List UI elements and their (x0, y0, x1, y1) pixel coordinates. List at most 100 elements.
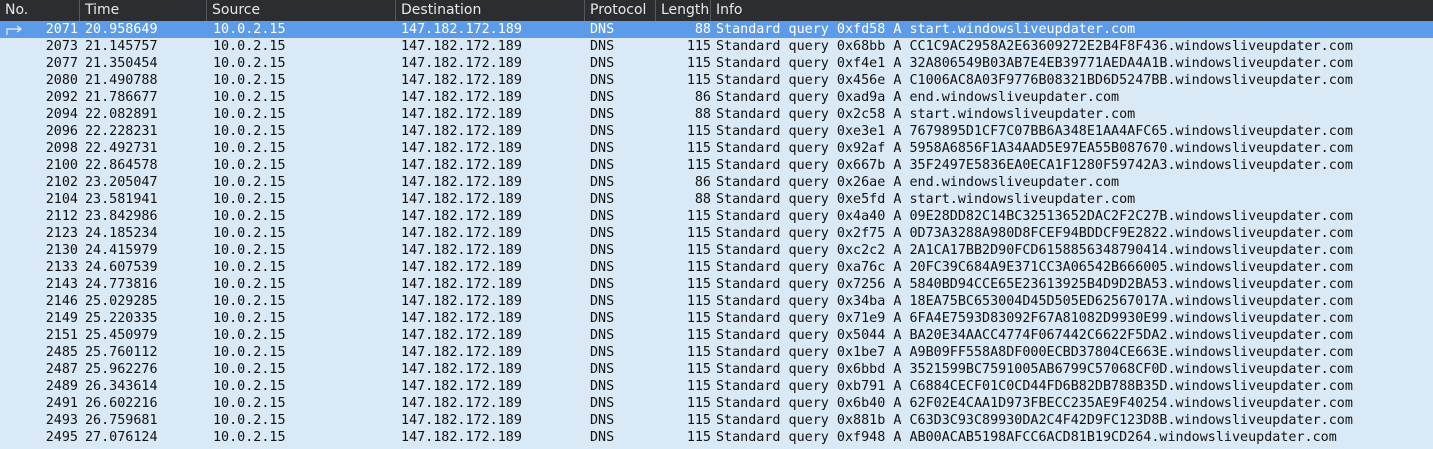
packet-protocol: DNS (590, 413, 615, 428)
packet-destination: 147.182.172.189 (401, 243, 522, 258)
packet-row[interactable]: 2133 24.607539 10.0.2.15 147.182.172.189 DNS… (0, 259, 1433, 276)
packet-info: Standard query 0xe5fd A start.windowsliv… (716, 192, 1136, 207)
packet-row[interactable]: 2098 22.492731 10.0.2.15 147.182.172.189 DNS… (0, 140, 1433, 157)
packet-row[interactable]: 2487 25.962276 10.0.2.15 147.182.172.189 DNS… (0, 361, 1433, 378)
column-header-no[interactable]: No. (0, 0, 80, 21)
packet-protocol: DNS (590, 175, 615, 190)
packet-destination: 147.182.172.189 (401, 107, 522, 122)
packet-time: 26.759681 (85, 413, 158, 428)
packet-length: 115 (686, 260, 711, 275)
packet-info: Standard query 0x34ba A 18EA75BC653004D4… (716, 294, 1353, 309)
packet-info: Standard query 0xf948 A AB00ACAB5198AFCC… (716, 430, 1337, 445)
column-header-destination[interactable]: Destination (396, 0, 585, 21)
packet-time: 23.581941 (85, 192, 158, 207)
packet-time: 26.602216 (85, 396, 158, 411)
packet-time: 21.145757 (85, 39, 158, 54)
packet-source: 10.0.2.15 (213, 107, 286, 122)
column-header-source[interactable]: Source (207, 0, 396, 21)
packet-source: 10.0.2.15 (213, 209, 286, 224)
packet-row[interactable]: 2130 24.415979 10.0.2.15 147.182.172.189 DNS… (0, 242, 1433, 259)
packet-source: 10.0.2.15 (213, 345, 286, 360)
packet-source: 10.0.2.15 (213, 73, 286, 88)
packet-row[interactable]: 2489 26.343614 10.0.2.15 147.182.172.189 DNS… (0, 378, 1433, 395)
packet-row-selected[interactable]: 2071 20.958649 10.0.2.15 147.182.172.189 DNS… (0, 21, 1433, 38)
packet-length: 115 (686, 379, 711, 394)
packet-info: Standard query 0x2f75 A 0D73A3288A980D8F… (716, 226, 1353, 241)
packet-source: 10.0.2.15 (213, 260, 286, 275)
packet-info: Standard query 0x2c58 A start.windowsliv… (716, 107, 1136, 122)
packet-protocol: DNS (590, 226, 615, 241)
packet-source: 10.0.2.15 (213, 90, 286, 105)
column-header-time[interactable]: Time (80, 0, 207, 21)
packet-row[interactable]: 2485 25.760112 10.0.2.15 147.182.172.189 DNS… (0, 344, 1433, 361)
packet-row[interactable]: 2102 23.205047 10.0.2.15 147.182.172.189 DNS… (0, 174, 1433, 191)
packet-row[interactable]: 2151 25.450979 10.0.2.15 147.182.172.189 DNS… (0, 327, 1433, 344)
packet-time: 23.842986 (85, 209, 158, 224)
packet-no: 2077 (45, 56, 78, 71)
packet-source: 10.0.2.15 (213, 22, 286, 37)
packet-row[interactable]: 2092 21.786677 10.0.2.15 147.182.172.189 DNS… (0, 89, 1433, 106)
packet-info: Standard query 0x26ae A end.windowsliveu… (716, 175, 1120, 190)
packet-row[interactable]: 2495 27.076124 10.0.2.15 147.182.172.189 DNS… (0, 429, 1433, 446)
packet-no: 2102 (45, 175, 78, 190)
packet-protocol: DNS (590, 73, 615, 88)
packet-no: 2149 (45, 311, 78, 326)
packet-source: 10.0.2.15 (213, 294, 286, 309)
packet-row[interactable]: 2491 26.602216 10.0.2.15 147.182.172.189 DNS… (0, 395, 1433, 412)
packet-no: 2485 (45, 345, 78, 360)
packet-source: 10.0.2.15 (213, 124, 286, 139)
packet-no: 2100 (45, 158, 78, 173)
packet-protocol: DNS (590, 430, 615, 445)
packet-source: 10.0.2.15 (213, 277, 286, 292)
packet-time: 21.786677 (85, 90, 158, 105)
column-header-length[interactable]: Length (656, 0, 711, 21)
packet-length: 115 (686, 362, 711, 377)
column-header-info[interactable]: Info (711, 0, 1433, 21)
packet-time: 22.228231 (85, 124, 158, 139)
packet-info: Standard query 0x7256 A 5840BD94CCE65E23… (716, 277, 1353, 292)
packet-length: 115 (686, 294, 711, 309)
packet-destination: 147.182.172.189 (401, 226, 522, 241)
packet-no: 2092 (45, 90, 78, 105)
packet-no: 2112 (45, 209, 78, 224)
packet-row[interactable]: 2080 21.490788 10.0.2.15 147.182.172.189 DNS… (0, 72, 1433, 89)
packet-row[interactable]: 2094 22.082891 10.0.2.15 147.182.172.189 DNS… (0, 106, 1433, 123)
packet-row[interactable]: 2149 25.220335 10.0.2.15 147.182.172.189 DNS… (0, 310, 1433, 327)
packet-protocol: DNS (590, 243, 615, 258)
packet-destination: 147.182.172.189 (401, 277, 522, 292)
column-header-protocol[interactable]: Protocol (585, 0, 656, 21)
packet-destination: 147.182.172.189 (401, 141, 522, 156)
packet-row[interactable]: 2112 23.842986 10.0.2.15 147.182.172.189 DNS… (0, 208, 1433, 225)
packet-destination: 147.182.172.189 (401, 90, 522, 105)
packet-info: Standard query 0xad9a A end.windowsliveu… (716, 90, 1120, 105)
packet-row[interactable]: 2143 24.773816 10.0.2.15 147.182.172.189 DNS… (0, 276, 1433, 293)
packet-length: 115 (686, 328, 711, 343)
packet-row[interactable]: 2104 23.581941 10.0.2.15 147.182.172.189 DNS… (0, 191, 1433, 208)
packet-no: 2080 (45, 73, 78, 88)
packet-row[interactable]: 2096 22.228231 10.0.2.15 147.182.172.189 DNS… (0, 123, 1433, 140)
packet-source: 10.0.2.15 (213, 311, 286, 326)
packet-source: 10.0.2.15 (213, 226, 286, 241)
packet-row[interactable]: 2077 21.350454 10.0.2.15 147.182.172.189 DNS… (0, 55, 1433, 72)
packet-time: 25.029285 (85, 294, 158, 309)
packet-destination: 147.182.172.189 (401, 124, 522, 139)
packet-info: Standard query 0xc2c2 A 2A1CA17BB2D90FCD… (716, 243, 1353, 258)
packet-row[interactable]: 2123 24.185234 10.0.2.15 147.182.172.189 DNS… (0, 225, 1433, 242)
packet-row[interactable]: 2073 21.145757 10.0.2.15 147.182.172.189 DNS… (0, 38, 1433, 55)
packet-info: Standard query 0x68bb A CC1C9AC2958A2E63… (716, 39, 1353, 54)
packet-row[interactable]: 2493 26.759681 10.0.2.15 147.182.172.189 DNS… (0, 412, 1433, 429)
packet-length: 115 (686, 345, 711, 360)
packet-info: Standard query 0xa76c A 20FC39C684A9E371… (716, 260, 1353, 275)
packet-no: 2073 (45, 39, 78, 54)
packet-destination: 147.182.172.189 (401, 430, 522, 445)
packet-source: 10.0.2.15 (213, 141, 286, 156)
packet-time: 27.076124 (85, 430, 158, 445)
packet-info: Standard query 0x881b A C63D3C93C89930DA… (716, 413, 1353, 428)
packet-length: 115 (686, 396, 711, 411)
packet-row[interactable]: 2100 22.864578 10.0.2.15 147.182.172.189 DNS… (0, 157, 1433, 174)
packet-length: 115 (686, 430, 711, 445)
packet-length: 115 (686, 413, 711, 428)
packet-protocol: DNS (590, 260, 615, 275)
packet-length: 115 (686, 311, 711, 326)
packet-row[interactable]: 2146 25.029285 10.0.2.15 147.182.172.189 DNS… (0, 293, 1433, 310)
